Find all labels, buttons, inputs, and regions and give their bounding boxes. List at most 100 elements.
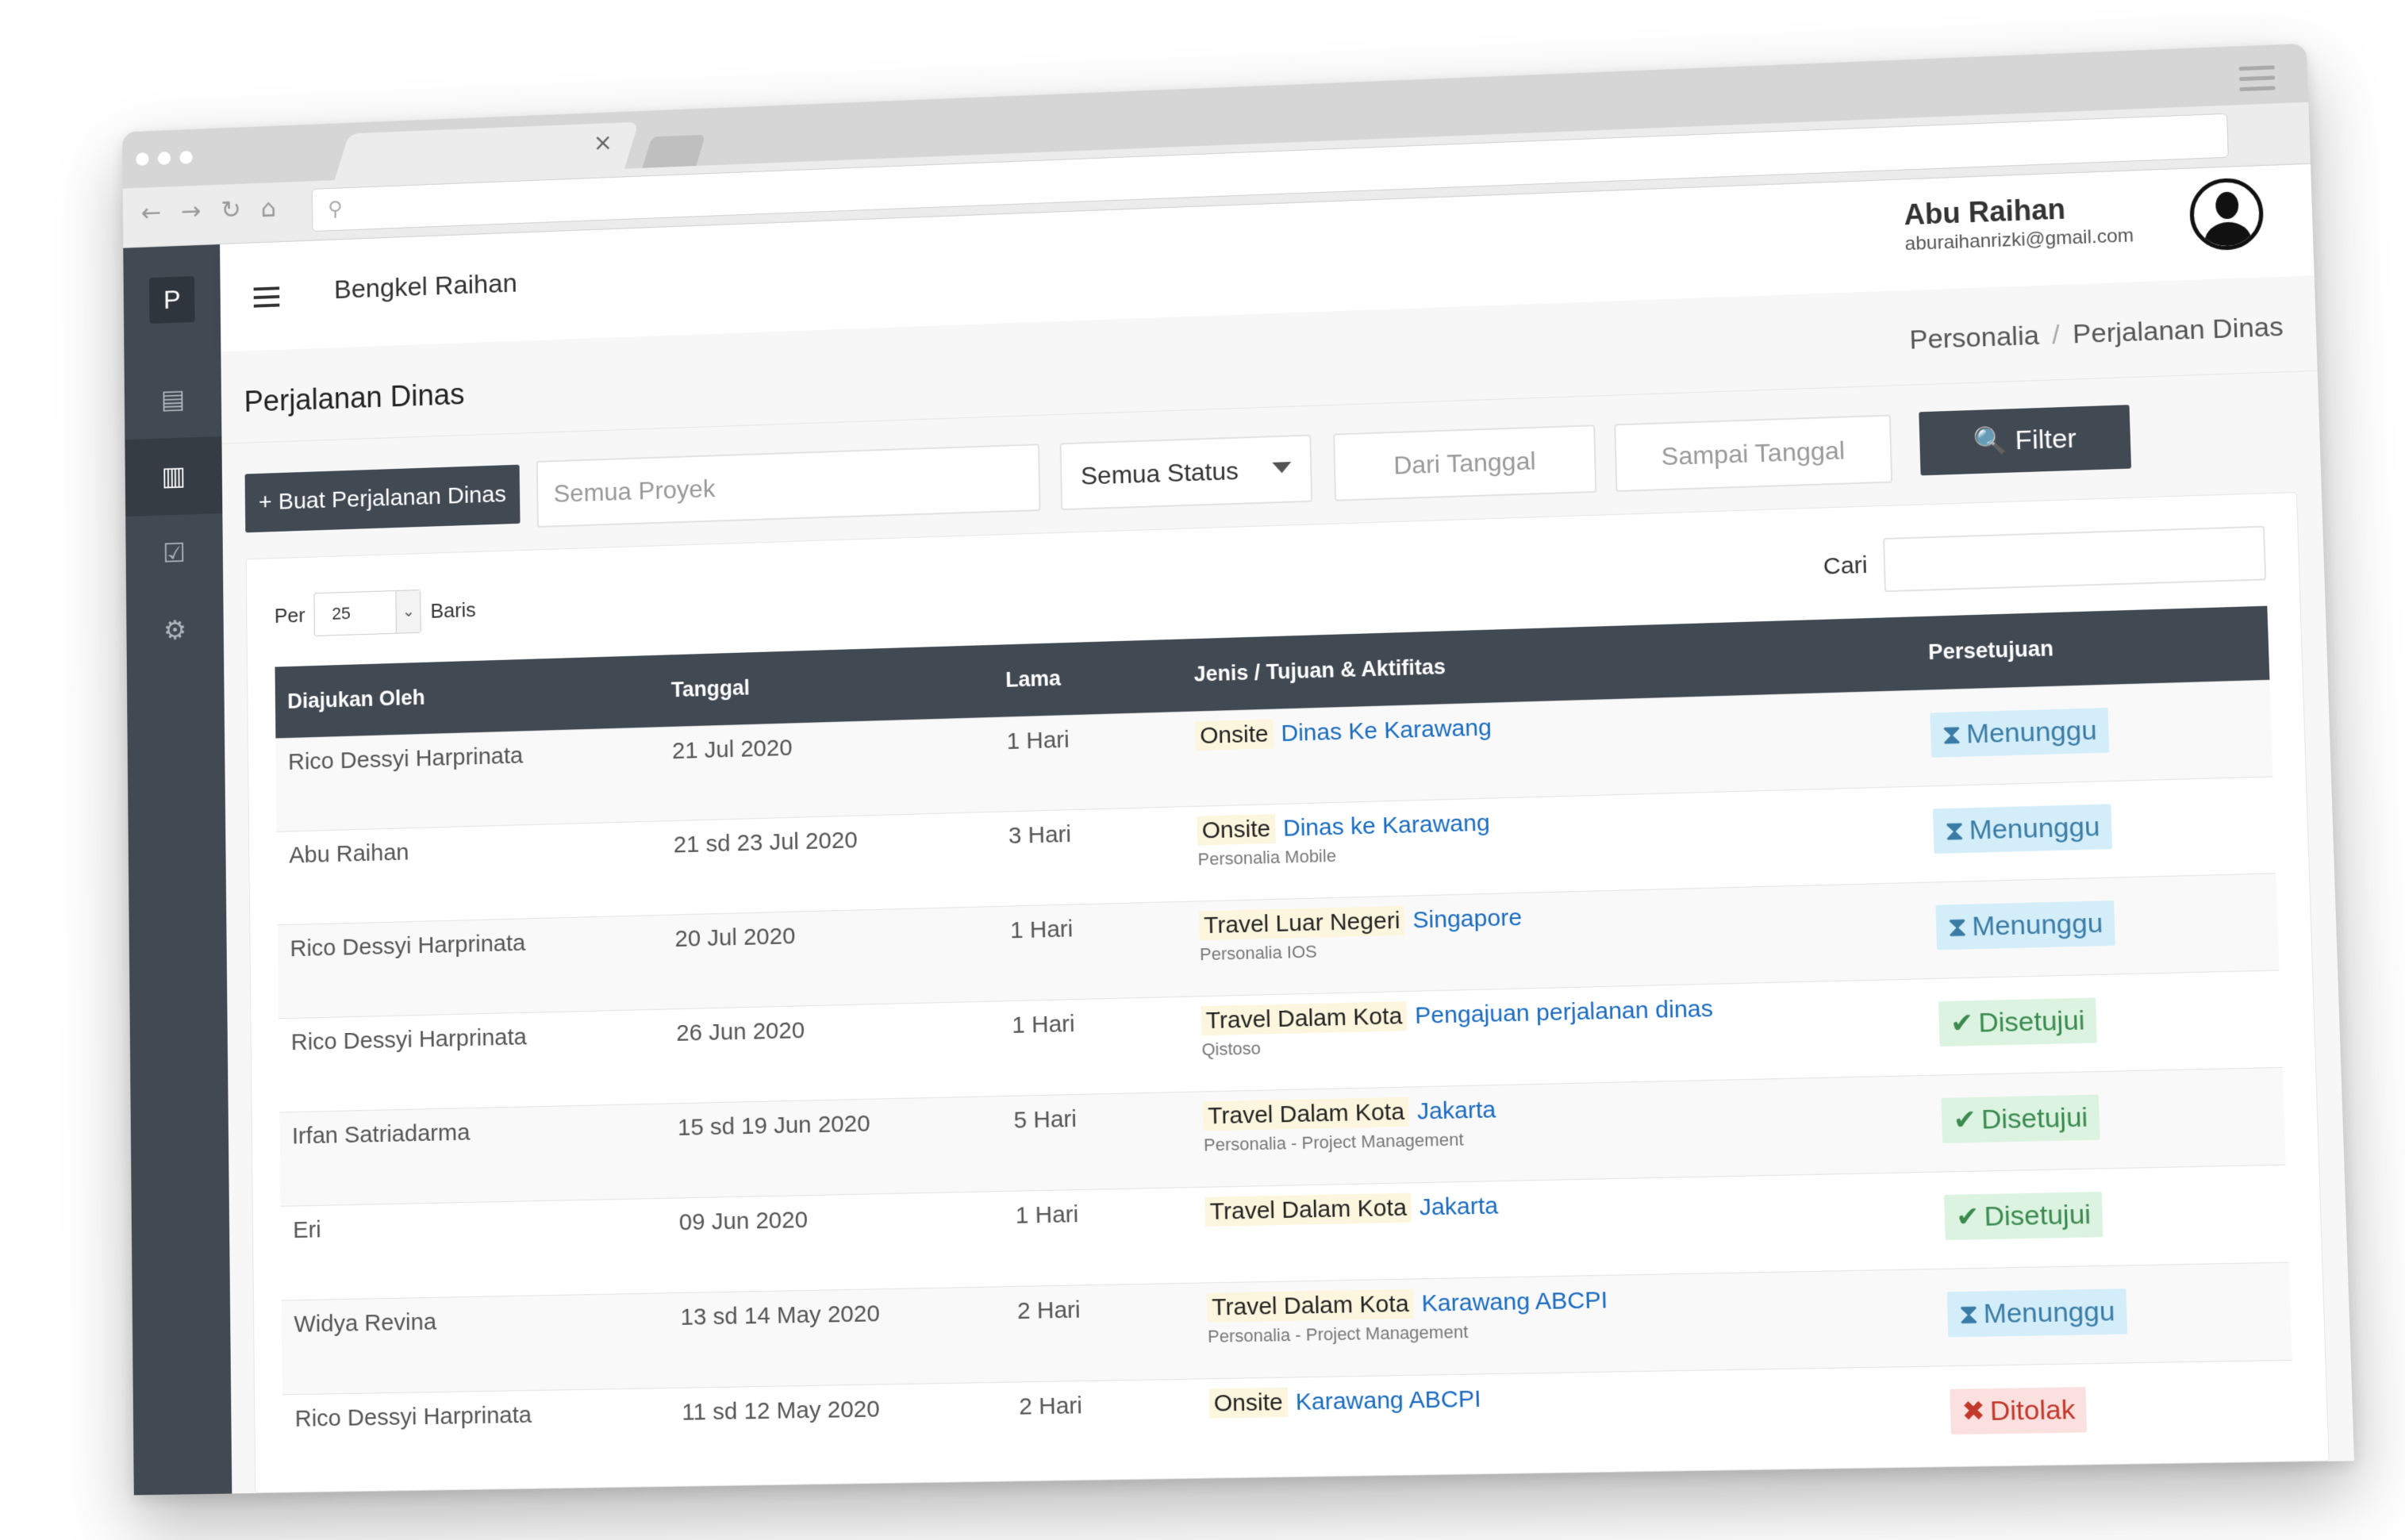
status-badge: ⧗ Menunggu (1946, 1288, 2127, 1337)
cell-submitted-by: Rico Dessyi Harprinata (275, 727, 661, 831)
travel-type-label: Onsite (1197, 813, 1276, 846)
forward-icon[interactable]: → (181, 196, 202, 226)
main-content: + Buat Perjalanan Dinas Semua Proyek Sem… (221, 371, 2355, 1494)
column-header[interactable]: Lama (992, 639, 1182, 717)
destination-link[interactable]: Jakarta (1419, 1192, 1498, 1220)
browser-menu-icon[interactable] (2238, 65, 2276, 98)
reload-icon[interactable]: ↻ (221, 194, 241, 225)
cell-duration: 3 Hari (995, 806, 1186, 906)
status-select-value: Semua Status (1080, 455, 1239, 490)
status-badge: ✔ Disetujui (1938, 997, 2097, 1047)
search-input[interactable] (1883, 525, 2267, 593)
status-ok-icon: ✔ (1950, 1006, 1974, 1040)
status-wait-icon: ⧗ (1941, 717, 1962, 751)
column-header[interactable]: Tanggal (658, 644, 994, 728)
status-text: Disetujui (1980, 1101, 2088, 1135)
id-card-icon: ▤ (160, 383, 186, 416)
cell-submitted-by: Rico Dessyi Harprinata (282, 1388, 670, 1489)
travel-type-label: Travel Luar Negeri (1198, 905, 1405, 940)
cell-approval: ⧗ Menunggu (1919, 776, 2276, 882)
destination-link[interactable]: Karawang ABCPI (1421, 1287, 1608, 1317)
cell-date: 26 Jun 2020 (663, 1000, 1001, 1104)
status-badge: ⧗ Menunggu (1935, 900, 2115, 950)
back-icon[interactable]: ← (141, 198, 162, 228)
column-header[interactable]: Persetujuan (1914, 605, 2270, 690)
status-text: Menunggu (1965, 715, 2098, 750)
sidebar-item-profile[interactable]: ▤ (125, 359, 222, 440)
cell-approval: ✖ Ditolak (1935, 1359, 2296, 1464)
cell-date: 11 sd 12 May 2020 (669, 1381, 1008, 1484)
table-panel: Per 25 ⌄ Baris Cari Diajukan Oleh Tanggal (245, 491, 2330, 1494)
sidebar: P ▤ ▥ ☑ ⚙ (123, 244, 232, 1496)
cell-destination: Travel Dalam Kota Pengajuan perjalanan di… (1188, 978, 1928, 1092)
close-tab-icon[interactable]: × (593, 129, 613, 157)
status-text: Menunggu (1971, 907, 2103, 942)
filter-button[interactable]: 🔍 Filter (1919, 405, 2132, 476)
cell-approval: ⧗ Menunggu (1916, 679, 2273, 786)
destination-link[interactable]: Singapore (1412, 904, 1522, 933)
page-size-control: Per 25 ⌄ Baris (275, 588, 476, 638)
new-tab-button[interactable] (642, 134, 706, 168)
cell-submitted-by: Widya Revina (281, 1292, 670, 1395)
hamburger-icon[interactable] (253, 286, 280, 313)
search-icon: ⚲ (328, 197, 343, 221)
breadcrumb-item-current: Perjalanan Dinas (2072, 311, 2284, 350)
cell-submitted-by: Irfan Satriadarma (279, 1103, 667, 1206)
destination-link[interactable]: Karawang ABCPI (1295, 1385, 1481, 1415)
app: P ▤ ▥ ☑ ⚙ Bengkel Raihan Abu Raihan abur… (123, 163, 2355, 1496)
gear-icon: ⚙ (163, 614, 187, 647)
cell-submitted-by: Rico Dessyi Harprinata (279, 1008, 665, 1112)
cell-duration: 5 Hari (1001, 1091, 1193, 1192)
window-controls[interactable] (136, 150, 193, 167)
cell-duration: 1 Hari (998, 996, 1190, 1096)
create-travel-button[interactable]: + Buat Perjalanan Dinas (244, 464, 521, 533)
chevron-down-icon: ⌄ (395, 590, 421, 633)
status-badge: ⧗ Menunggu (1932, 803, 2112, 854)
destination-link[interactable]: Jakarta (1417, 1096, 1496, 1124)
cell-approval: ⧗ Menunggu (1922, 873, 2280, 979)
status-select[interactable]: Semua Status (1059, 434, 1313, 511)
breadcrumb-item-personalia[interactable]: Personalia (1909, 321, 2040, 355)
cell-approval: ✔ Disetujui (1924, 970, 2283, 1075)
status-wait-icon: ⧗ (1958, 1297, 1980, 1331)
cell-approval: ✔ Disetujui (1927, 1066, 2286, 1172)
cell-destination: Travel Dalam Kota Jakarta Personalia - Pro… (1189, 1074, 1931, 1188)
cell-submitted-by: Eri (280, 1197, 668, 1300)
destination-link[interactable]: Pengajuan perjalanan dinas (1415, 995, 1713, 1028)
cell-destination: Onsite Dinas ke Karawang Personalia Mobile (1184, 785, 1923, 901)
cell-date: 13 sd 14 May 2020 (667, 1286, 1006, 1388)
project-select[interactable]: Semua Proyek (536, 444, 1041, 528)
cell-duration: 1 Hari (997, 901, 1189, 1001)
status-text: Menunggu (1969, 811, 2100, 846)
clipboard-icon: ▥ (161, 460, 186, 493)
cell-submitted-by: Rico Dessyi Harprinata (277, 914, 664, 1019)
search-label: Cari (1823, 551, 1869, 580)
destination-link[interactable]: Dinas ke Karawang (1283, 809, 1490, 841)
sidebar-item-approval[interactable]: ☑ (125, 513, 223, 593)
column-header[interactable]: Diajukan Oleh (275, 655, 659, 739)
cell-duration: 2 Hari (1005, 1378, 1198, 1478)
destination-link[interactable]: Dinas Ke Karawang (1281, 714, 1492, 747)
status-text: Disetujui (1977, 1004, 2086, 1039)
status-text: Menunggu (1983, 1296, 2115, 1329)
sidebar-item-travel[interactable]: ▥ (125, 436, 223, 517)
cell-date: 09 Jun 2020 (666, 1191, 1005, 1293)
to-date-input[interactable]: Sampai Tanggal (1614, 414, 1893, 493)
page-size-value: 25 (332, 603, 351, 624)
status-badge: ✖ Ditolak (1950, 1386, 2088, 1434)
cell-duration: 1 Hari (993, 711, 1185, 812)
status-text: Ditolak (1989, 1393, 2076, 1427)
breadcrumb: Personalia / Perjalanan Dinas (1908, 311, 2284, 355)
cell-date: 15 sd 19 Jun 2020 (664, 1096, 1003, 1198)
avatar[interactable] (2188, 177, 2265, 252)
page-size-select[interactable]: 25 ⌄ (313, 590, 422, 636)
sidebar-item-settings[interactable]: ⚙ (126, 590, 224, 670)
status-no-icon: ✖ (1961, 1394, 1986, 1428)
user-info[interactable]: Abu Raihan aburaihanrizki@gmail.com (1904, 190, 2134, 255)
from-date-input[interactable]: Dari Tanggal (1333, 424, 1597, 501)
home-icon[interactable]: ⌂ (260, 194, 276, 223)
cell-destination: Travel Dalam Kota Jakarta (1192, 1171, 1934, 1283)
status-ok-icon: ✔ (1955, 1200, 1980, 1234)
cell-date: 21 Jul 2020 (659, 716, 996, 821)
app-logo[interactable]: P (148, 275, 195, 325)
